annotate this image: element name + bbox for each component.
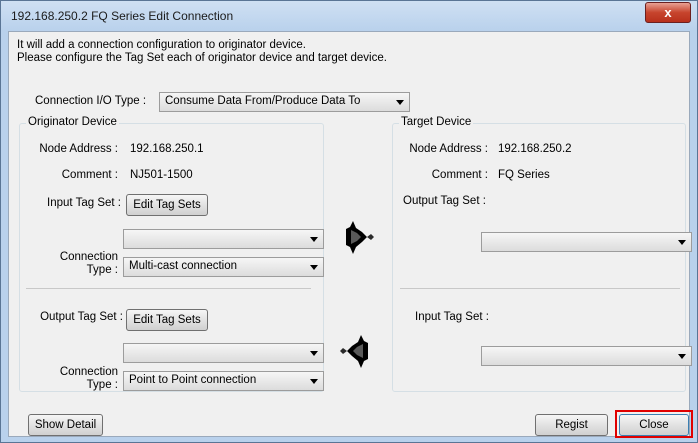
arrow-left-icon <box>340 335 368 368</box>
chevron-down-icon <box>396 100 404 105</box>
target-group-title: Target Device <box>399 116 474 128</box>
output-connection-type-label: Connection Type : <box>49 366 118 392</box>
originator-node-value: 192.168.250.1 <box>130 143 204 155</box>
chevron-down-icon <box>310 237 318 242</box>
connection-type-label-line2: Type : <box>86 379 118 391</box>
window-close-button[interactable]: x <box>645 2 691 23</box>
target-node-label: Node Address : <box>409 143 488 155</box>
input-connection-type-value: Multi-cast connection <box>129 260 238 272</box>
target-node-value: 192.168.250.2 <box>498 143 572 155</box>
show-detail-button[interactable]: Show Detail <box>28 414 103 436</box>
chevron-down-icon <box>310 351 318 356</box>
output-connection-type-value: Point to Point connection <box>129 374 257 386</box>
chevron-down-icon <box>310 265 318 270</box>
input-tag-set-select[interactable] <box>123 229 324 249</box>
dialog-body: It will add a connection configuration t… <box>8 31 693 438</box>
target-output-tag-set-label: Output Tag Set : <box>403 195 486 207</box>
connection-type-label-line2: Type : <box>86 264 118 276</box>
regist-button[interactable]: Regist <box>535 414 608 436</box>
connection-io-value: Consume Data From/Produce Data To <box>165 95 361 107</box>
chevron-down-icon <box>678 354 686 359</box>
target-output-tag-set-select[interactable] <box>481 232 692 252</box>
output-tag-set-label: Output Tag Set : <box>40 311 123 323</box>
input-edit-tag-sets-button[interactable]: Edit Tag Sets <box>126 194 208 216</box>
output-tag-set-select[interactable] <box>123 343 324 363</box>
originator-group-title: Originator Device <box>26 116 119 128</box>
target-separator <box>400 288 680 289</box>
connection-io-label: Connection I/O Type : <box>35 95 147 107</box>
arrow-right-icon <box>346 221 374 254</box>
originator-separator <box>26 288 311 289</box>
target-comment-label: Comment : <box>431 169 488 181</box>
intro-text: It will add a connection configuration t… <box>17 39 387 65</box>
connection-type-label-line1: Connection <box>59 366 118 378</box>
target-input-tag-set-select[interactable] <box>481 346 692 366</box>
input-connection-type-label: Connection Type : <box>49 251 118 277</box>
window-title: 192.168.250.2 FQ Series Edit Connection <box>11 9 234 23</box>
output-edit-tag-sets-button[interactable]: Edit Tag Sets <box>126 309 208 331</box>
output-connection-type-select[interactable]: Point to Point connection <box>123 371 324 391</box>
target-comment-value: FQ Series <box>498 169 550 181</box>
input-tag-set-label: Input Tag Set : <box>47 197 121 209</box>
originator-comment-label: Comment : <box>61 169 118 181</box>
close-icon: x <box>664 5 672 20</box>
intro-line-1: It will add a connection configuration t… <box>17 39 306 51</box>
intro-line-2: Please configure the Tag Set each of ori… <box>17 52 387 64</box>
input-connection-type-select[interactable]: Multi-cast connection <box>123 257 324 277</box>
dialog-window: 192.168.250.2 FQ Series Edit Connection … <box>0 0 698 443</box>
originator-comment-value: NJ501-1500 <box>130 169 193 181</box>
title-bar[interactable]: 192.168.250.2 FQ Series Edit Connection … <box>1 1 697 31</box>
originator-node-label: Node Address : <box>39 143 118 155</box>
connection-type-label-line1: Connection <box>59 251 118 263</box>
target-input-tag-set-label: Input Tag Set : <box>415 311 489 323</box>
close-button[interactable]: Close <box>619 414 689 436</box>
chevron-down-icon <box>310 379 318 384</box>
chevron-down-icon <box>678 240 686 245</box>
connection-io-select[interactable]: Consume Data From/Produce Data To <box>159 92 410 112</box>
